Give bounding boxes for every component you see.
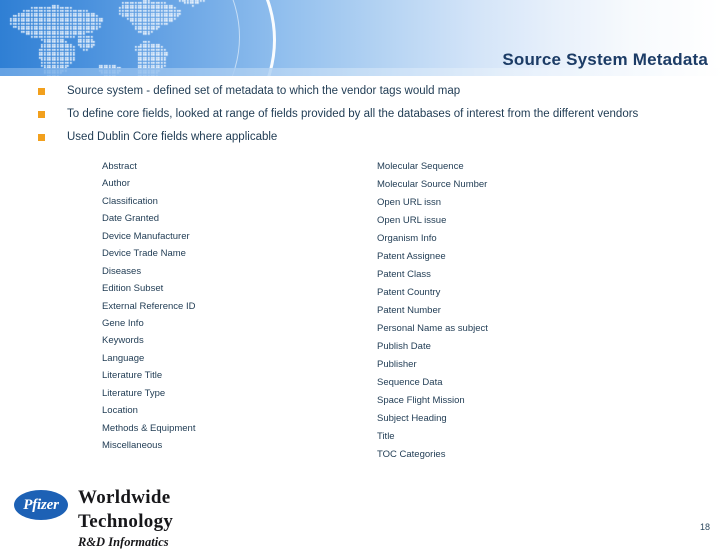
field-item: Patent Country bbox=[377, 287, 441, 298]
pfizer-logo: Pfizer bbox=[14, 490, 68, 520]
field-item: Location bbox=[102, 405, 138, 417]
field-item: Keywords bbox=[102, 335, 144, 347]
field-item: Title bbox=[377, 431, 395, 442]
field-item: Organism Info bbox=[377, 233, 437, 244]
field-item: Device Trade Name bbox=[102, 248, 186, 260]
field-item: Abstract bbox=[102, 161, 137, 172]
field-item: Literature Type bbox=[102, 387, 166, 399]
field-item: Device Manufacturer bbox=[102, 230, 190, 242]
field-item: Edition Subset bbox=[102, 283, 164, 295]
field-item: Miscellaneous bbox=[102, 440, 163, 451]
footer-org-line: Worldwide Technology bbox=[78, 487, 174, 532]
orange-square-bullet-icon bbox=[38, 134, 45, 141]
bullet-item: To define core fields, looked at range o… bbox=[38, 103, 708, 126]
field-item: Methods & Equipment bbox=[102, 422, 196, 434]
pfizer-logo-text: Pfizer bbox=[23, 497, 59, 513]
field-item: Publish Date bbox=[377, 341, 431, 352]
metadata-field-column-left: Abstract Author Classification Date Gran… bbox=[102, 158, 352, 454]
field-item: Molecular Source Number bbox=[377, 179, 488, 190]
metadata-field-column-right: Molecular Sequence Molecular Source Numb… bbox=[377, 158, 637, 464]
footer-dept-line: R&D Informatics bbox=[78, 535, 169, 549]
field-item: Molecular Sequence bbox=[377, 161, 464, 172]
globe-arc-inner-icon bbox=[0, 0, 240, 76]
page-number: 18 bbox=[699, 522, 710, 532]
page-title: Source System Metadata bbox=[502, 50, 708, 69]
footer-text-block: Worldwide Technology R&D Informatics bbox=[78, 486, 173, 550]
field-item: Subject Heading bbox=[377, 413, 447, 424]
bullet-item: Used Dublin Core fields where applicable bbox=[38, 126, 708, 149]
bullet-list: Source system - defined set of metadata … bbox=[38, 80, 708, 149]
field-item: Publisher bbox=[377, 359, 417, 370]
field-item: Space Flight Mission bbox=[377, 395, 465, 406]
field-item: Open URL issue bbox=[377, 215, 447, 226]
field-item: Language bbox=[102, 352, 145, 364]
field-item: Sequence Data bbox=[377, 377, 443, 388]
bullet-item-text: To define core fields, looked at range o… bbox=[67, 108, 639, 120]
field-item: Literature Title bbox=[102, 370, 163, 382]
field-item: Diseases bbox=[102, 265, 142, 277]
field-item: Date Granted bbox=[102, 213, 160, 225]
field-item: Classification bbox=[102, 195, 158, 207]
bullet-item-text: Used Dublin Core fields where applicable bbox=[67, 131, 278, 143]
field-item: Patent Class bbox=[377, 269, 431, 280]
field-item: Patent Number bbox=[377, 305, 441, 316]
field-item: Author bbox=[102, 178, 130, 190]
field-item: Gene Info bbox=[102, 317, 144, 329]
field-item: TOC Categories bbox=[377, 449, 446, 460]
field-item: External Reference ID bbox=[102, 300, 196, 312]
field-item: Personal Name as subject bbox=[377, 323, 488, 334]
bullet-item: Source system - defined set of metadata … bbox=[38, 80, 708, 103]
orange-square-bullet-icon bbox=[38, 111, 45, 118]
bullet-item-text: Source system - defined set of metadata … bbox=[67, 85, 461, 97]
field-item: Patent Assignee bbox=[377, 251, 446, 262]
orange-square-bullet-icon bbox=[38, 88, 45, 95]
slide-header-banner: Source System Metadata bbox=[0, 0, 720, 76]
field-item: Open URL issn bbox=[377, 197, 442, 208]
